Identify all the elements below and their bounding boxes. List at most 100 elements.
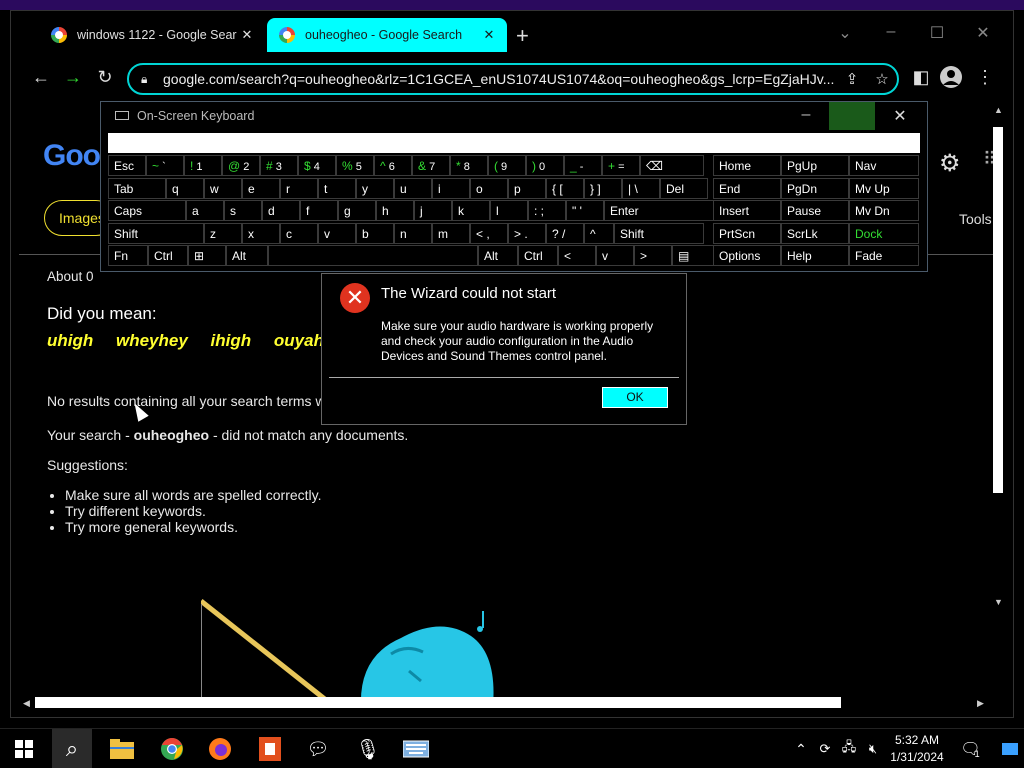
key[interactable]: t xyxy=(318,177,356,199)
close-icon[interactable]: ✕ xyxy=(479,27,499,43)
minimize-icon[interactable]: – xyxy=(791,106,821,124)
google-logo[interactable]: Goo xyxy=(43,139,101,173)
nav-key[interactable]: Mv Dn xyxy=(849,200,919,221)
menu-kebab-icon[interactable]: ⋮ xyxy=(973,67,997,88)
key[interactable]: < , xyxy=(470,222,508,244)
key[interactable]: Shift xyxy=(108,222,204,244)
key[interactable]: f xyxy=(300,200,338,221)
reload-icon[interactable]: ↻ xyxy=(93,67,117,88)
key[interactable]: Caps xyxy=(108,200,186,221)
nav-key[interactable]: PrtScn xyxy=(713,222,781,244)
key[interactable]: u xyxy=(394,177,432,199)
profile-avatar-icon[interactable] xyxy=(939,65,963,94)
key[interactable]: q xyxy=(166,177,204,199)
key[interactable]: ! 1 xyxy=(184,155,222,176)
key[interactable]: Alt xyxy=(226,245,268,266)
start-button[interactable] xyxy=(4,729,44,768)
nav-key[interactable]: Fade xyxy=(849,245,919,266)
on-screen-keyboard-icon[interactable] xyxy=(394,729,438,768)
osk-title-bar[interactable]: On-Screen Keyboard – ✕ xyxy=(101,102,927,130)
key[interactable]: > . xyxy=(508,222,546,244)
key[interactable]: $ 4 xyxy=(298,155,336,176)
nav-key[interactable]: ScrLk xyxy=(781,222,849,244)
key[interactable]: { [ xyxy=(546,177,584,199)
key[interactable]: > xyxy=(634,245,672,266)
settings-gear-icon[interactable]: ⚙ xyxy=(939,149,961,178)
spacebar-key[interactable] xyxy=(268,245,478,266)
ok-button[interactable]: OK xyxy=(602,387,668,408)
sync-icon[interactable]: ⟳ xyxy=(814,729,836,768)
key[interactable]: o xyxy=(470,177,508,199)
key[interactable]: ? / xyxy=(546,222,584,244)
file-explorer-icon[interactable] xyxy=(100,729,144,768)
key[interactable]: j xyxy=(414,200,452,221)
tab-windows-1122[interactable]: windows 1122 - Google Search ✕ xyxy=(39,18,265,52)
key[interactable]: & 7 xyxy=(412,155,450,176)
key[interactable]: * 8 xyxy=(450,155,488,176)
key[interactable]: Esc xyxy=(108,155,146,176)
key[interactable]: h xyxy=(376,200,414,221)
key[interactable]: d xyxy=(262,200,300,221)
key[interactable]: i xyxy=(432,177,470,199)
speaker-muted-icon[interactable]: 🔇︎ xyxy=(862,729,884,768)
suggestion-link[interactable]: ihigh xyxy=(211,331,252,350)
feedback-hub-icon[interactable]: 💬︎ xyxy=(296,729,340,768)
microphone-icon[interactable]: 🎙︎ xyxy=(346,729,390,768)
key[interactable]: Shift xyxy=(614,222,704,244)
scroll-down-icon[interactable]: ▼ xyxy=(994,597,1003,607)
key[interactable]: ^ xyxy=(584,222,614,244)
key[interactable]: s xyxy=(224,200,262,221)
tab-search-icon[interactable]: ⌄ xyxy=(833,23,857,43)
chrome-icon[interactable] xyxy=(150,729,194,768)
close-icon[interactable]: ✕ xyxy=(885,106,915,126)
key[interactable]: b xyxy=(356,222,394,244)
bookmark-star-icon[interactable]: ☆ xyxy=(867,70,897,88)
key[interactable]: Ctrl xyxy=(148,245,188,266)
back-icon[interactable]: ← xyxy=(29,67,53,88)
key[interactable]: | \ xyxy=(622,177,660,199)
key[interactable]: ⌫ xyxy=(640,155,704,176)
suggestion-link[interactable]: wheyhey xyxy=(116,331,188,350)
key[interactable]: _ - xyxy=(564,155,602,176)
scroll-up-icon[interactable]: ▲ xyxy=(994,105,1003,115)
maximize-button[interactable] xyxy=(829,102,875,130)
search-icon[interactable]: ⌕ xyxy=(52,729,92,768)
nav-key[interactable]: Mv Up xyxy=(849,177,919,199)
key[interactable]: < xyxy=(558,245,596,266)
key[interactable]: ▤ xyxy=(672,245,714,266)
nav-key[interactable]: Pause xyxy=(781,200,849,221)
nav-key[interactable]: Home xyxy=(713,155,781,176)
key[interactable]: y xyxy=(356,177,394,199)
key[interactable]: p xyxy=(508,177,546,199)
key[interactable]: a xyxy=(186,200,224,221)
key[interactable]: ( 9 xyxy=(488,155,526,176)
vertical-scrollbar[interactable]: ▲ ▼ xyxy=(992,105,1004,609)
notifications-icon[interactable]: 🗨︎ 1 xyxy=(956,729,984,768)
key[interactable]: v xyxy=(596,245,634,266)
forward-icon[interactable]: → xyxy=(61,67,85,88)
key[interactable]: z xyxy=(204,222,242,244)
new-tab-button[interactable]: + xyxy=(516,25,529,47)
key[interactable]: # 3 xyxy=(260,155,298,176)
key[interactable]: ~ ` xyxy=(146,155,184,176)
key[interactable]: } ] xyxy=(584,177,622,199)
network-icon[interactable]: 🖧︎ xyxy=(838,729,860,768)
chevron-up-icon[interactable]: ⌃ xyxy=(790,729,812,768)
nav-key[interactable]: Dock xyxy=(849,222,919,244)
key[interactable]: g xyxy=(338,200,376,221)
close-icon[interactable]: ✕ xyxy=(237,27,257,43)
key[interactable]: c xyxy=(280,222,318,244)
tools-button[interactable]: Tools xyxy=(959,211,992,227)
key[interactable]: " ' xyxy=(566,200,604,221)
key[interactable]: ) 0 xyxy=(526,155,564,176)
nav-key[interactable]: Help xyxy=(781,245,849,266)
nav-key[interactable]: End xyxy=(713,177,781,199)
key[interactable]: k xyxy=(452,200,490,221)
nav-key[interactable]: PgUp xyxy=(781,155,849,176)
key[interactable]: % 5 xyxy=(336,155,374,176)
suggestion-link[interactable]: uhigh xyxy=(47,331,93,350)
key[interactable]: Tab xyxy=(108,177,166,199)
nav-key[interactable]: Nav xyxy=(849,155,919,176)
key[interactable]: ⊞ xyxy=(188,245,226,266)
key[interactable]: : ; xyxy=(528,200,566,221)
